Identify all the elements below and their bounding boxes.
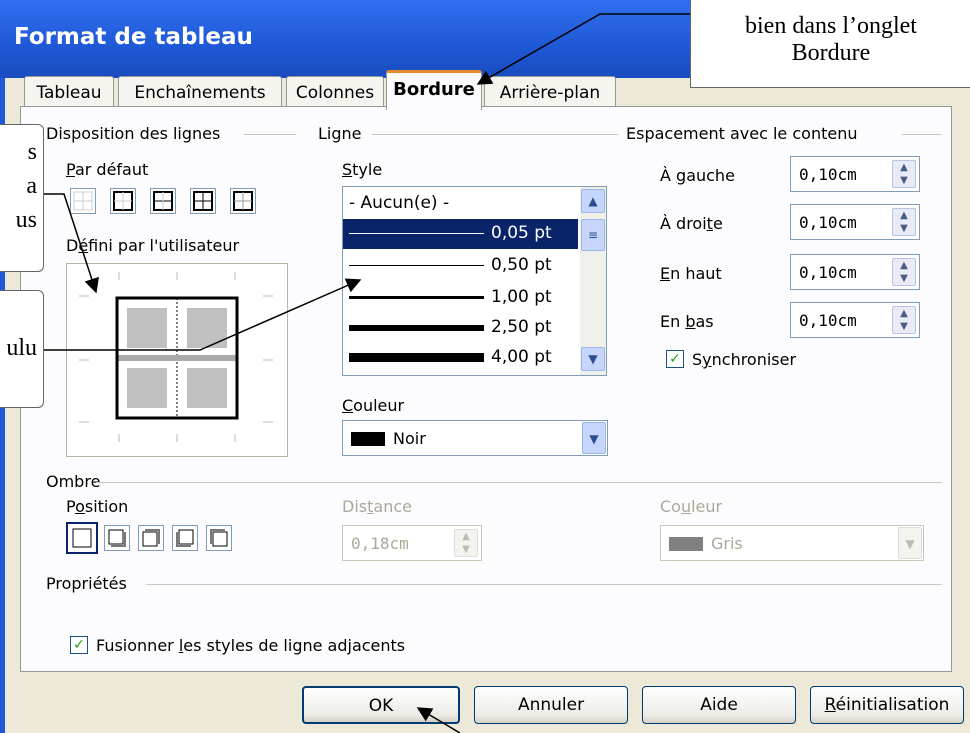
annotation-arrows	[44, 13, 690, 733]
